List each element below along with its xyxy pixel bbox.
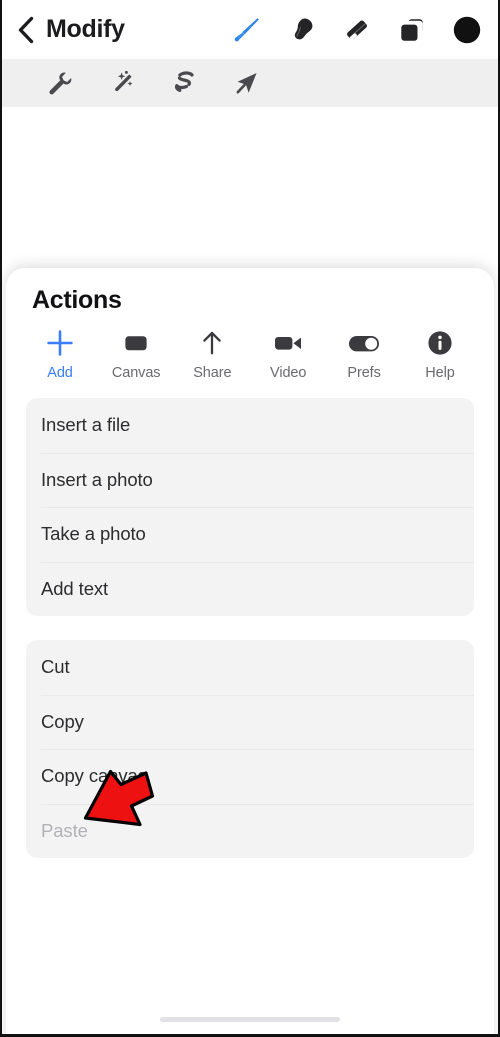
selection-tool-button[interactable] xyxy=(168,66,202,100)
clipboard-group: Cut Copy Copy canvas Paste xyxy=(26,640,474,858)
tab-prefs[interactable]: Prefs xyxy=(340,328,388,381)
tab-label-prefs: Prefs xyxy=(347,365,381,381)
menu-item-label: Paste xyxy=(41,819,88,841)
home-indicator xyxy=(160,1017,340,1022)
menu-item-cut[interactable]: Cut xyxy=(26,640,474,695)
wrench-icon xyxy=(49,72,72,95)
menu-item-take-a-photo[interactable]: Take a photo xyxy=(26,507,474,562)
tab-add[interactable]: Add xyxy=(36,328,84,381)
smudge-tool-button[interactable] xyxy=(285,13,319,47)
eraser-tool-button[interactable] xyxy=(340,13,374,47)
menu-item-insert-a-photo[interactable]: Insert a photo xyxy=(26,452,474,508)
brush-tool-button[interactable] xyxy=(230,13,264,47)
sheet-tab-bar: Add Canvas Share Video Prefs Help xyxy=(6,315,494,381)
menu-item-add-text[interactable]: Add text xyxy=(26,561,474,617)
smudge-icon xyxy=(294,17,313,39)
tab-label-canvas: Canvas xyxy=(111,365,161,381)
magic-wand-tool-button[interactable] xyxy=(106,66,140,100)
chevron-left-icon xyxy=(18,16,33,43)
page-title: Modify xyxy=(46,15,125,43)
brush-icon xyxy=(234,17,259,41)
tab-video[interactable]: Video xyxy=(264,328,312,381)
transform-tool-button[interactable] xyxy=(230,66,264,100)
menu-item-label: Copy xyxy=(41,710,84,732)
tab-help[interactable]: Help xyxy=(416,328,464,381)
plus-icon xyxy=(45,328,75,358)
color-swatch-button[interactable] xyxy=(450,13,484,47)
menu-item-label: Add text xyxy=(41,577,109,599)
tab-label-help: Help xyxy=(425,365,455,381)
menu-item-label: Take a photo xyxy=(41,523,146,545)
top-navigation-bar: Modify xyxy=(2,0,498,59)
info-circle-icon xyxy=(425,328,455,358)
menu-item-label: Insert a file xyxy=(41,414,131,436)
back-button[interactable] xyxy=(12,13,38,47)
tab-share[interactable]: Share xyxy=(188,328,236,381)
sheet-title: Actions xyxy=(32,286,122,314)
canvas-icon xyxy=(121,328,151,358)
menu-item-label: Copy canvas xyxy=(41,765,147,787)
eraser-icon xyxy=(347,19,367,40)
actions-sheet: Actions Add Canvas Share Video Prefs Hel… xyxy=(6,268,494,1034)
tab-label-video: Video xyxy=(270,365,307,381)
secondary-toolbar xyxy=(2,59,498,107)
magic-wand-icon xyxy=(115,70,133,92)
tab-label-add: Add xyxy=(47,365,73,381)
color-swatch-icon xyxy=(453,16,481,43)
tab-canvas[interactable]: Canvas xyxy=(112,328,161,381)
menu-item-paste: Paste xyxy=(26,803,474,859)
menu-item-insert-a-file[interactable]: Insert a file xyxy=(26,398,474,453)
layers-tool-button[interactable] xyxy=(395,13,429,47)
video-camera-icon xyxy=(272,328,304,358)
layers-icon xyxy=(401,18,423,41)
cursor-arrow-icon xyxy=(236,73,257,94)
wrench-tool-button[interactable] xyxy=(44,66,78,100)
toggle-switch-icon xyxy=(347,328,381,358)
lasso-icon xyxy=(174,71,194,92)
menu-item-label: Insert a photo xyxy=(41,468,153,490)
menu-item-copy-canvas[interactable]: Copy canvas xyxy=(26,749,474,804)
tool-buttons xyxy=(230,13,484,47)
insert-group: Insert a file Insert a photo Take a phot… xyxy=(26,398,474,616)
phone-screen: Modify Actions Add Canvas Share Video Pr… xyxy=(0,0,500,1037)
menu-item-label: Cut xyxy=(41,656,70,678)
tab-label-share: Share xyxy=(193,365,232,381)
menu-item-copy[interactable]: Copy xyxy=(26,694,474,750)
share-arrow-up-icon xyxy=(197,328,227,358)
